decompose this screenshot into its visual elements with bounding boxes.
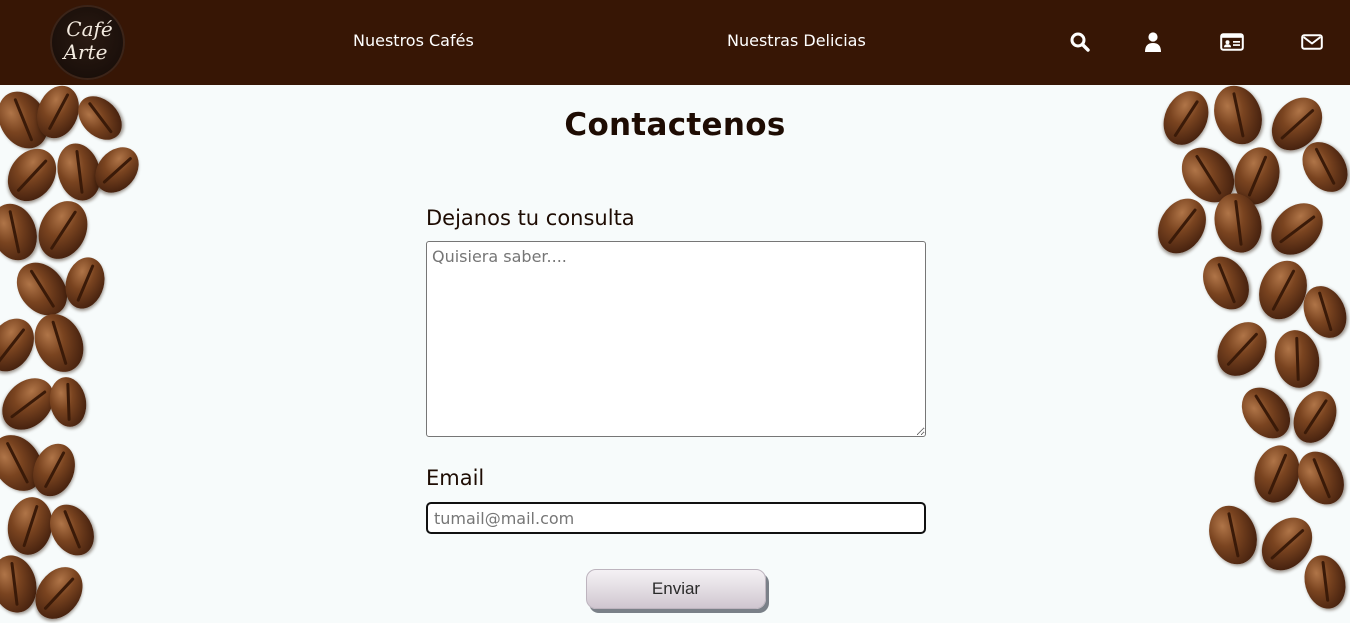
consulta-textarea[interactable] xyxy=(426,241,926,437)
cafe-arte-logo[interactable]: Café Arte xyxy=(50,5,125,80)
search-icon[interactable] xyxy=(1068,30,1092,54)
id-card-icon[interactable] xyxy=(1220,30,1244,54)
email-field[interactable] xyxy=(426,502,926,534)
top-navbar: Café Arte Nuestros Cafés Nuestras Delici… xyxy=(0,0,1350,85)
coffee-beans-left-decoration xyxy=(0,79,215,623)
mail-icon[interactable] xyxy=(1300,30,1324,54)
user-icon[interactable] xyxy=(1141,30,1165,54)
logo-text-line2: Arte xyxy=(63,40,108,64)
page-title: Contactenos xyxy=(564,107,786,143)
email-label: Email xyxy=(426,466,485,490)
nav-link-nuestros-cafes[interactable]: Nuestros Cafés xyxy=(353,30,474,52)
nav-link-nuestras-delicias[interactable]: Nuestras Delicias xyxy=(727,30,866,52)
enviar-button[interactable]: Enviar xyxy=(586,569,766,609)
consulta-label: Dejanos tu consulta xyxy=(426,206,635,230)
coffee-beans-right-decoration xyxy=(1135,78,1350,623)
logo-text-line1: Café xyxy=(66,17,113,41)
